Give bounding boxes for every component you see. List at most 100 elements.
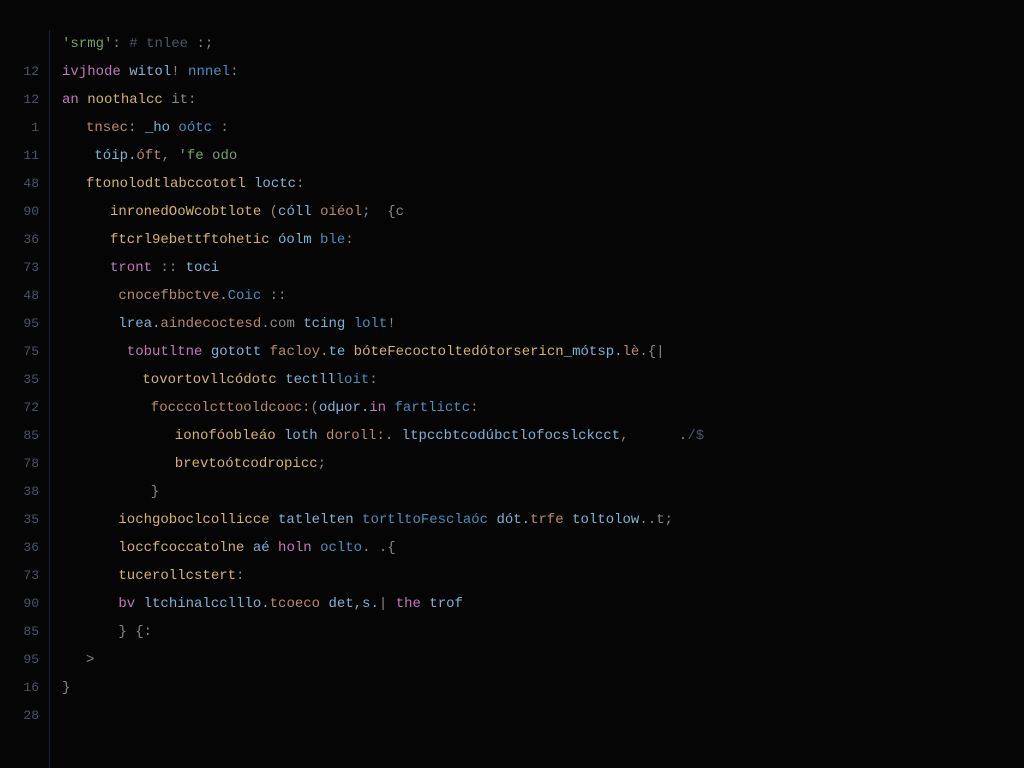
- code-token: ivjhode: [62, 64, 129, 80]
- code-line[interactable]: tucerollcstert:: [62, 562, 1024, 590]
- code-token: /$: [687, 428, 704, 444]
- code-token: :: [470, 400, 478, 416]
- code-token: det,s.: [328, 596, 378, 612]
- code-token: tóip.: [86, 148, 136, 164]
- code-token: :;: [188, 36, 213, 52]
- code-token: ;: [318, 456, 326, 472]
- code-token: toltolow: [572, 512, 639, 528]
- code-token: it:: [163, 92, 197, 108]
- code-token: inronedOoWcobtlote: [110, 204, 270, 220]
- code-line[interactable]: tnsec: _ho oótc :: [62, 114, 1024, 142]
- code-token: .{|: [639, 344, 664, 360]
- line-number: 90: [0, 590, 39, 618]
- code-token: 'fe odo: [178, 148, 237, 164]
- code-line[interactable]: ionofóobleáo loth doroll:. ltpccbtcodúbc…: [62, 422, 1024, 450]
- code-line[interactable]: brevtoótcodropicc;: [62, 450, 1024, 478]
- code-token: bóteFecoctoltedótorsericn: [354, 344, 564, 360]
- code-token: bv: [110, 596, 144, 612]
- line-number: 85: [0, 618, 39, 646]
- code-token: _mótsp.: [564, 344, 623, 360]
- code-line[interactable]: loccfcoccatolne aé holn oclto. .{: [62, 534, 1024, 562]
- code-token: ionofóobleáo: [158, 428, 284, 444]
- code-line[interactable]: tóip.óft, 'fe odo: [62, 142, 1024, 170]
- code-line[interactable]: } {:: [62, 618, 1024, 646]
- code-token: loth: [284, 428, 326, 444]
- code-token: tovortovllcódotc: [134, 372, 285, 388]
- code-token: :: [296, 176, 304, 192]
- code-token: tectll: [285, 372, 335, 388]
- code-line[interactable]: }: [62, 478, 1024, 506]
- code-token: (: [270, 204, 278, 220]
- code-token: Coic: [228, 288, 262, 304]
- code-line[interactable]: tovortovllcódotc tectllloit:: [62, 366, 1024, 394]
- line-number: 78: [0, 450, 39, 478]
- line-number: 85: [0, 422, 39, 450]
- code-token: lrea.: [110, 316, 160, 332]
- code-token: ::: [160, 260, 185, 276]
- code-line[interactable]: [62, 702, 1024, 730]
- line-number: 75: [0, 338, 39, 366]
- code-line[interactable]: >: [62, 646, 1024, 674]
- code-token: }: [62, 680, 70, 696]
- code-token: :: [369, 372, 377, 388]
- code-token: . .{: [362, 540, 396, 556]
- code-token: !: [171, 64, 188, 80]
- code-token: óolm: [278, 232, 320, 248]
- code-editor[interactable]: 1212111489036734895753572857838353673908…: [0, 0, 1024, 768]
- code-token: aindecoctesd: [160, 316, 261, 332]
- code-token: iochgoboclcollicce: [110, 512, 278, 528]
- code-line[interactable]: ivjhode witol! nnnel:: [62, 58, 1024, 86]
- code-token: loctc: [254, 176, 296, 192]
- line-number: 1: [0, 114, 39, 142]
- code-line[interactable]: tobutltne gotott facloy.te bóteFecoctolt…: [62, 338, 1024, 366]
- code-token: cóll: [278, 204, 320, 220]
- code-token: :: [236, 568, 244, 584]
- code-line[interactable]: 'srmg': # tnlee :;: [62, 30, 1024, 58]
- code-token: :: [345, 232, 353, 248]
- code-token: !: [387, 316, 395, 332]
- code-content-area[interactable]: 'srmg': # tnlee :;ivjhode witol! nnnel:a…: [50, 30, 1024, 768]
- code-token: odµor.: [319, 400, 369, 416]
- code-token: dót.: [496, 512, 530, 528]
- code-line[interactable]: lrea.aindecoctesd.com tcing lolt!: [62, 310, 1024, 338]
- line-number: 16: [0, 674, 39, 702]
- code-token: :: [112, 36, 129, 52]
- code-token: doroll:.: [326, 428, 402, 444]
- line-number: 95: [0, 646, 39, 674]
- code-line[interactable]: inronedOoWcobtlote (cóll oiéol; {c: [62, 198, 1024, 226]
- code-token: ltpccbtcodúbctlofocslckcct: [402, 428, 620, 444]
- line-number: 95: [0, 310, 39, 338]
- code-token: tront: [110, 260, 160, 276]
- code-token: trof: [429, 596, 463, 612]
- code-line[interactable]: focccolcttooldcooc:(odµor.in fartlictc:: [62, 394, 1024, 422]
- code-token: lolt: [354, 316, 388, 332]
- line-number: 73: [0, 562, 39, 590]
- code-token: tatlelten: [278, 512, 362, 528]
- code-token: {:: [135, 624, 152, 640]
- code-token: focccolcttooldcooc:: [134, 400, 310, 416]
- code-token: the: [396, 596, 430, 612]
- code-token: lè: [623, 344, 640, 360]
- code-token: facloy.: [270, 344, 329, 360]
- code-line[interactable]: tront :: toci: [62, 254, 1024, 282]
- code-token: }: [134, 484, 159, 500]
- code-line[interactable]: iochgoboclcollicce tatlelten tortltoFesc…: [62, 506, 1024, 534]
- code-line[interactable]: bv ltchinalcclllo.tcoeco det,s.| the tro…: [62, 590, 1024, 618]
- line-number: 48: [0, 282, 39, 310]
- code-line[interactable]: an noothalcc it:: [62, 86, 1024, 114]
- code-token: tcoeco: [270, 596, 329, 612]
- code-line[interactable]: ftonolodtlabccototl loctc:: [62, 170, 1024, 198]
- line-number: 36: [0, 226, 39, 254]
- code-line[interactable]: }: [62, 674, 1024, 702]
- code-token: oclto: [320, 540, 362, 556]
- code-line[interactable]: ftcrl9ebettftohetic óolm ble:: [62, 226, 1024, 254]
- code-token: óft: [136, 148, 161, 164]
- code-line[interactable]: cnocefbbctve.Coic ::: [62, 282, 1024, 310]
- line-number-gutter: 1212111489036734895753572857838353673908…: [0, 30, 50, 768]
- line-number: 38: [0, 478, 39, 506]
- code-token: cnocefbbctve.: [110, 288, 228, 304]
- code-token: }: [110, 624, 135, 640]
- code-token: _ho: [145, 120, 179, 136]
- code-token: trfe: [530, 512, 572, 528]
- code-token: toci: [186, 260, 220, 276]
